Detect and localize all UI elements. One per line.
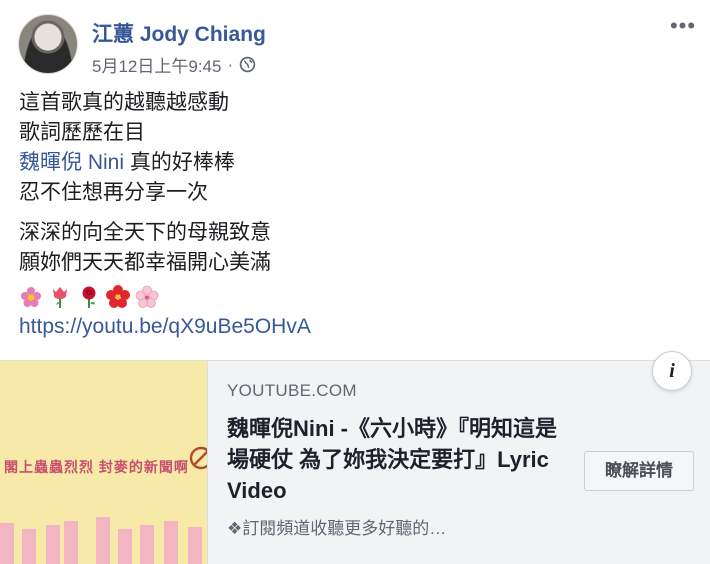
card-info[interactable]: YOUTUBE.COM 魏暉倪Nini -《六小時》『明知這是場硬仗 為了妳我決… — [227, 381, 567, 539]
thumbnail-bar — [46, 525, 60, 564]
flower-icon — [21, 287, 41, 307]
post-body: 這首歌真的越聽越感動 歌詞歷歷在目 魏暉倪 Nini 真的好棒棒 忍不住想再分享… — [19, 88, 689, 342]
post-line: 深深的向全天下的母親致意 — [19, 221, 271, 244]
post-line: 願妳們天天都幸福開心美滿 — [19, 251, 271, 274]
thumbnail-bar — [64, 521, 78, 564]
thumbnail-bar — [188, 527, 202, 564]
post-line: 這首歌真的越聽越感動 — [19, 91, 229, 114]
meta-separator: · — [227, 54, 234, 74]
no-entry-icon — [189, 446, 207, 470]
thumbnail-caption: 閣上蟲蟲烈烈 封麥的新聞啊 — [4, 459, 189, 475]
author-avatar[interactable] — [18, 14, 78, 74]
post-line-mention: 魏暉倪 Nini 真的好棒棒 — [19, 148, 689, 178]
link-preview-card[interactable]: 閣上蟲蟲烈烈 封麥的新聞啊 YOUTUBE.COM 魏暉倪Nini -《六小時》… — [0, 351, 710, 564]
post-line: 歌詞歷歷在目 — [19, 121, 145, 144]
author-name[interactable]: 江蕙 Jody Chiang — [92, 18, 266, 48]
post-meta: 5月12日上午9:45 · — [92, 52, 256, 77]
emoji-row — [19, 284, 689, 310]
thumbnail-bar — [96, 517, 110, 564]
video-thumbnail[interactable]: 閣上蟲蟲烈烈 封麥的新聞啊 — [0, 361, 208, 564]
rose-icon — [82, 286, 96, 308]
cherry-blossom-icon — [135, 285, 159, 308]
mention-link[interactable]: 魏暉倪 Nini — [19, 151, 124, 174]
thumbnail-bar — [0, 523, 14, 564]
facebook-post: 江蕙 Jody Chiang 5月12日上午9:45 · ••• 這首歌真的越聽… — [0, 0, 710, 564]
mention-suffix: 真的好棒棒 — [124, 151, 235, 174]
thumbnail-bar — [164, 521, 178, 564]
globe-icon[interactable] — [239, 56, 256, 73]
more-options-icon[interactable]: ••• — [668, 15, 698, 40]
thumbnail-bar — [22, 529, 36, 564]
youtube-link[interactable]: https://youtu.be/qX9uBe5OHvA — [19, 312, 311, 342]
card-domain: YOUTUBE.COM — [227, 381, 357, 400]
info-icon[interactable]: i — [652, 351, 692, 391]
thumbnail-bar — [140, 525, 154, 564]
thumbnail-bar — [118, 529, 132, 564]
hibiscus-icon — [106, 285, 130, 308]
post-header: 江蕙 Jody Chiang 5月12日上午9:45 · ••• — [18, 14, 698, 78]
post-timestamp[interactable]: 5月12日上午9:45 — [92, 52, 221, 77]
card-description: ❖訂閱頻道收聽更多好聽的… — [227, 519, 447, 538]
card-title[interactable]: 魏暉倪Nini -《六小時》『明知這是場硬仗 為了妳我決定要打』Lyric Vi… — [227, 413, 567, 506]
tulip-icon — [53, 287, 67, 308]
post-line: 忍不住想再分享一次 — [19, 181, 208, 204]
learn-more-button[interactable]: 瞭解詳情 — [584, 451, 694, 491]
